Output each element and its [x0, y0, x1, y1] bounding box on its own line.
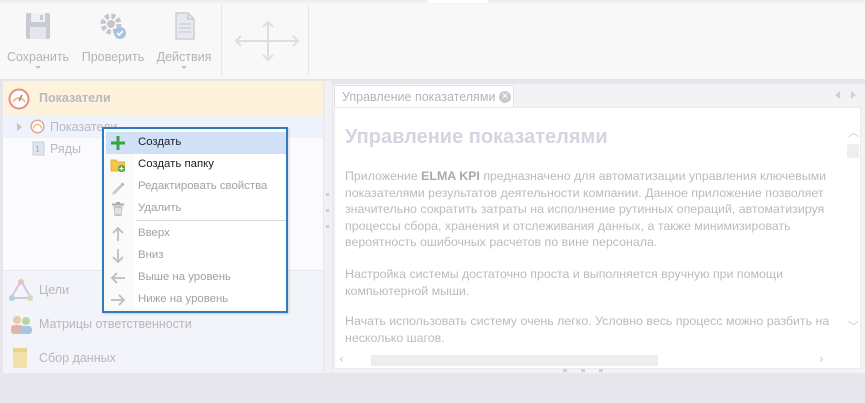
panel-splitter[interactable]	[324, 81, 332, 373]
content-title: Управление показателями	[345, 126, 608, 148]
menu-item-label: Вниз	[138, 249, 164, 261]
database-icon	[13, 348, 27, 368]
goals-icon	[9, 279, 33, 301]
plus-icon	[111, 136, 125, 150]
section-label: Сбор данных	[39, 351, 116, 365]
scroll-right-icon[interactable]: ›	[819, 352, 824, 366]
context-menu: Создать Создать папку Редактировать свой…	[102, 127, 288, 313]
arrow-left-icon	[110, 272, 125, 284]
menu-item-label: Редактировать свойства	[138, 180, 268, 192]
splitter-grip	[563, 369, 567, 372]
svg-text:1: 1	[35, 145, 40, 154]
section-label: Матрицы ответственности	[39, 317, 192, 331]
tab-scroll-left-icon[interactable]	[835, 91, 840, 99]
menu-item-label: Вверх	[138, 227, 170, 239]
menu-item-move-up[interactable]: Вверх	[106, 223, 286, 245]
menu-separator	[136, 220, 286, 221]
splitter-grip	[326, 193, 329, 196]
toolbar-separator	[308, 5, 309, 75]
menu-item-create-folder[interactable]: Создать папку	[106, 154, 286, 176]
arrow-up-icon	[112, 226, 124, 241]
close-icon[interactable]: ✕	[499, 91, 511, 103]
folder-add-icon	[110, 159, 125, 172]
scroll-left-icon[interactable]: ‹	[339, 352, 344, 366]
actions-button-label: Действия	[156, 50, 212, 64]
toolbar-separator	[221, 5, 222, 75]
product-name: ELMA KPI	[421, 169, 480, 183]
check-button[interactable]: Проверить	[80, 8, 146, 78]
toolbar-top-gap	[428, 0, 488, 3]
save-button-label: Сохранить	[6, 50, 70, 64]
tab-scroll-right-icon[interactable]	[851, 91, 856, 99]
content-pane: Управление показателями Приложение ELMA …	[334, 107, 861, 369]
content-paragraph: Настройка системы достаточно проста и вы…	[345, 267, 784, 298]
toolbar: Сохранить Проверить Действия	[0, 0, 865, 80]
tree-item-label: Ряды	[50, 142, 81, 156]
menu-item-delete[interactable]: Удалить	[106, 198, 286, 220]
splitter-grip	[326, 209, 329, 212]
scroll-down-icon[interactable]: ﹀	[848, 318, 859, 334]
splitter-grip	[581, 369, 585, 372]
document-icon	[175, 12, 195, 40]
save-button[interactable]: Сохранить	[5, 8, 71, 78]
paragraph-text: Приложение	[345, 169, 422, 183]
menu-item-level-up[interactable]: Выше на уровень	[106, 267, 286, 289]
check-button-label: Проверить	[81, 50, 145, 64]
menu-item-label: Удалить	[138, 202, 182, 214]
menu-item-label: Выше на уровень	[138, 271, 231, 283]
arrow-down-icon	[112, 249, 124, 264]
horizontal-scrollbar[interactable]: ‹ ›	[335, 352, 845, 368]
floppy-disk-icon	[26, 13, 50, 39]
menu-item-label: Создать папку	[138, 158, 214, 170]
tab-indicators-management[interactable]: Управление показателями ✕	[334, 85, 514, 107]
gear-check-icon	[100, 13, 126, 39]
people-icon	[11, 316, 32, 334]
content-paragraph: Начать использовать систему очень легко.…	[345, 314, 830, 345]
menu-item-level-down[interactable]: Ниже на уровень	[106, 289, 286, 311]
menu-item-move-down[interactable]: Вниз	[106, 245, 286, 267]
gauge-icon	[30, 119, 45, 134]
scrollbar-thumb[interactable]	[847, 144, 859, 158]
tab-scroll-buttons	[833, 88, 863, 102]
arrow-right-icon	[111, 294, 126, 306]
scrollbar-thumb[interactable]	[371, 355, 658, 366]
bottom-splitter[interactable]	[563, 368, 623, 373]
expand-icon[interactable]	[17, 123, 22, 131]
scroll-up-icon[interactable]: ︿	[848, 124, 859, 140]
menu-item-create[interactable]: Создать	[106, 132, 286, 154]
splitter-grip	[599, 369, 603, 372]
panel-title: Показатели	[39, 91, 111, 105]
section-data-collection[interactable]: Сбор данных	[3, 341, 323, 375]
menu-item-label: Создать	[138, 136, 182, 148]
actions-dropdown-caret[interactable]	[181, 66, 187, 69]
move-arrows-icon[interactable]	[232, 18, 302, 64]
document-area: Управление показателями ✕ Управление пок…	[333, 84, 865, 373]
gauge-icon	[8, 88, 30, 110]
menu-item-edit-properties[interactable]: Редактировать свойства	[106, 176, 286, 198]
trash-icon	[112, 202, 124, 216]
content-paragraph: Приложение ELMA KPI предназначено для ав…	[345, 168, 835, 251]
splitter-grip	[326, 225, 329, 228]
vertical-scrollbar[interactable]: ︿ ﹀	[845, 108, 860, 368]
panel-header: Показатели	[3, 81, 323, 117]
save-dropdown-caret[interactable]	[35, 66, 41, 69]
tab-label: Управление показателями	[342, 90, 496, 104]
menu-item-label: Ниже на уровень	[138, 293, 229, 305]
section-label: Цели	[39, 283, 70, 297]
actions-button[interactable]: Действия	[151, 8, 217, 78]
series-icon: 1	[32, 141, 45, 156]
pencil-icon	[112, 182, 125, 195]
